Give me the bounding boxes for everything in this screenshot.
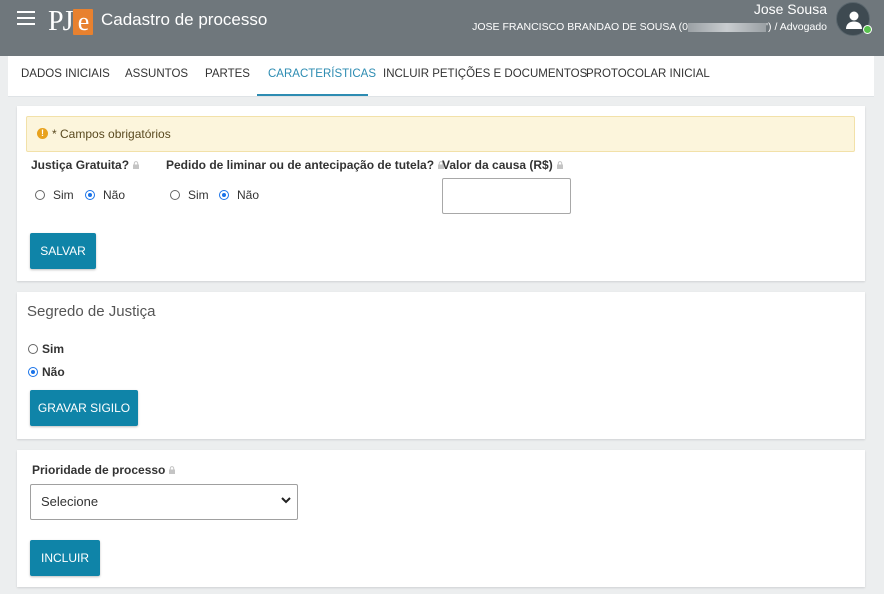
radio-circle[interactable] xyxy=(85,190,95,200)
pedido-liminar-nao-radio[interactable]: Não xyxy=(219,188,259,202)
top-bar: PJ e Cadastro de processo Jose Sousa JOSE… xyxy=(0,0,884,42)
required-fields-alert: ! * Campos obrigatórios xyxy=(26,116,855,152)
chevron-down-icon xyxy=(281,497,291,504)
lock-icon xyxy=(556,161,563,169)
segredo-nao-radio[interactable]: Não xyxy=(28,365,65,379)
menu-icon[interactable] xyxy=(17,11,35,25)
prioridade-label: Prioridade de processo xyxy=(32,463,176,477)
radio-circle[interactable] xyxy=(28,344,38,354)
tab-partes[interactable]: PARTES xyxy=(205,68,250,80)
redacted-id xyxy=(688,22,767,32)
incluir-button[interactable]: INCLUIR xyxy=(30,540,100,576)
lock-icon xyxy=(133,161,140,169)
page-title: Cadastro de processo xyxy=(101,10,268,29)
user-name: Jose Sousa xyxy=(753,1,827,17)
online-status-indicator xyxy=(863,25,872,34)
characteristics-panel: ! * Campos obrigatórios Justiça Gratuita… xyxy=(17,106,865,281)
lock-icon xyxy=(169,466,176,474)
radio-circle[interactable] xyxy=(28,367,38,377)
warning-icon: ! xyxy=(37,128,48,139)
user-icon xyxy=(846,11,862,29)
tab-assuntos[interactable]: ASSUNTOS xyxy=(125,68,188,80)
justica-gratuita-label: Justiça Gratuita? xyxy=(31,158,140,172)
tab-incluir-peticoes[interactable]: INCLUIR PETIÇÕES E DOCUMENTOS xyxy=(383,68,587,80)
justica-gratuita-sim-radio[interactable]: Sim xyxy=(35,188,74,202)
justica-gratuita-nao-radio[interactable]: Não xyxy=(85,188,125,202)
segredo-justica-panel: Segredo de Justiça Sim Não GRAVAR SIGILO xyxy=(17,292,865,439)
tab-bar: DADOS INICIAIS ASSUNTOS PARTES CARACTERÍ… xyxy=(8,56,874,97)
tab-dados-iniciais[interactable]: DADOS INICIAIS xyxy=(21,68,110,80)
prioridade-panel: Prioridade de processo Selecione INCLUIR xyxy=(17,450,865,587)
user-detail: JOSE FRANCISCO BRANDAO DE SOUSA (0 ') / A… xyxy=(472,21,827,33)
segredo-justica-title: Segredo de Justiça xyxy=(27,303,156,320)
tab-caracteristicas[interactable]: CARACTERÍSTICAS xyxy=(268,68,376,80)
gravar-sigilo-button[interactable]: GRAVAR SIGILO xyxy=(30,390,138,426)
radio-circle[interactable] xyxy=(170,190,180,200)
header-band xyxy=(0,42,884,56)
tab-protocolar-inicial[interactable]: PROTOCOLAR INICIAL xyxy=(586,68,710,80)
radio-circle[interactable] xyxy=(219,190,229,200)
pje-logo[interactable]: PJ e xyxy=(48,4,94,36)
pedido-liminar-label: Pedido de liminar ou de antecipação de t… xyxy=(166,158,445,172)
prioridade-select[interactable]: Selecione xyxy=(30,484,298,520)
valor-causa-label: Valor da causa (R$) xyxy=(442,158,563,172)
active-tab-indicator xyxy=(257,94,368,96)
salvar-button[interactable]: SALVAR xyxy=(30,233,96,269)
pedido-liminar-sim-radio[interactable]: Sim xyxy=(170,188,209,202)
segredo-sim-radio[interactable]: Sim xyxy=(28,342,64,356)
valor-causa-input[interactable] xyxy=(442,178,571,214)
radio-circle[interactable] xyxy=(35,190,45,200)
